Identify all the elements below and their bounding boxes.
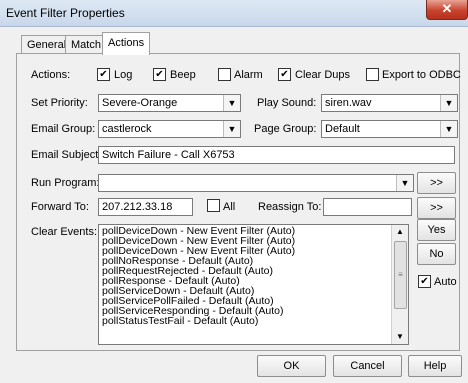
scroll-up-icon[interactable]: ▲ (392, 225, 408, 239)
chevron-down-icon[interactable]: ▼ (440, 95, 457, 111)
run-program-browse-button[interactable]: >> (417, 172, 456, 194)
email-subject-input[interactable]: Switch Failure - Call X6753 (98, 146, 455, 164)
cancel-button[interactable]: Cancel (333, 355, 402, 377)
auto-label: Auto (434, 276, 457, 288)
beep-label: Beep (170, 69, 196, 81)
chevron-down-icon[interactable]: ▼ (223, 121, 240, 137)
email-subject-label: Email Subject: (31, 149, 102, 161)
log-checkbox[interactable] (97, 68, 110, 81)
forward-all-label: All (223, 201, 236, 213)
help-button[interactable]: Help (408, 355, 462, 377)
email-group-label: Email Group: (31, 123, 96, 135)
email-group-value: castlerock (102, 123, 152, 135)
scroll-thumb[interactable]: ≡ (394, 241, 407, 309)
set-priority-value: Severe-Orange (102, 97, 178, 109)
close-icon: ✕ (441, 1, 453, 16)
reassign-browse-button[interactable]: >> (417, 197, 456, 219)
forward-to-value: 207.212.33.18 (102, 201, 173, 213)
clear-dups-label: Clear Dups (295, 69, 351, 81)
title-bar: Event Filter Properties ✕ (0, 0, 468, 27)
scroll-down-icon[interactable]: ▼ (392, 330, 408, 344)
run-program-label: Run Program: (31, 177, 100, 189)
yes-button[interactable]: Yes (417, 219, 456, 241)
play-sound-select[interactable]: siren.wav ▼ (321, 94, 458, 112)
export-odbc-checkbox[interactable] (366, 68, 379, 81)
vertical-scrollbar[interactable]: ▲ ≡ ▼ (391, 225, 408, 344)
beep-checkbox[interactable] (153, 68, 166, 81)
set-priority-select[interactable]: Severe-Orange ▼ (98, 94, 241, 112)
clear-events-items: pollDeviceDown - New Event Filter (Auto)… (102, 226, 390, 327)
run-program-select[interactable]: ▼ (98, 174, 414, 192)
auto-checkbox[interactable] (418, 275, 431, 288)
alarm-checkbox[interactable] (218, 68, 231, 81)
no-button[interactable]: No (417, 243, 456, 265)
window-title: Event Filter Properties (6, 6, 125, 20)
tab-actions[interactable]: Actions (102, 32, 151, 55)
email-group-select[interactable]: castlerock ▼ (98, 120, 241, 138)
alarm-label: Alarm (234, 69, 263, 81)
reassign-to-input[interactable] (323, 198, 412, 216)
reassign-to-label: Reassign To: (258, 201, 322, 213)
forward-all-checkbox[interactable] (207, 199, 220, 212)
actions-label: Actions: (31, 69, 71, 81)
play-sound-label: Play Sound: (257, 97, 317, 109)
log-label: Log (114, 69, 133, 81)
forward-to-input[interactable]: 207.212.33.18 (98, 198, 193, 216)
export-odbc-label: Export to ODBC (382, 69, 461, 81)
close-button[interactable]: ✕ (426, 0, 468, 20)
page-group-label: Page Group: (254, 123, 317, 135)
page-group-select[interactable]: Default ▼ (321, 120, 458, 138)
clear-dups-checkbox[interactable] (278, 68, 291, 81)
set-priority-label: Set Priority: (31, 97, 88, 109)
chevron-down-icon[interactable]: ▼ (396, 175, 413, 191)
chevron-down-icon[interactable]: ▼ (440, 121, 457, 137)
event-filter-properties-dialog: Event Filter Properties ✕ General Match … (0, 0, 468, 383)
forward-to-label: Forward To: (31, 201, 89, 213)
list-item[interactable]: pollStatusTestFail - Default (Auto) (102, 316, 390, 327)
chevron-down-icon[interactable]: ▼ (223, 95, 240, 111)
clear-events-list[interactable]: pollDeviceDown - New Event Filter (Auto)… (98, 224, 409, 345)
play-sound-value: siren.wav (325, 97, 372, 109)
ok-button[interactable]: OK (257, 355, 326, 377)
tab-match[interactable]: Match (65, 35, 107, 54)
clear-events-label: Clear Events: (31, 226, 98, 238)
page-group-value: Default (325, 123, 360, 135)
email-subject-value: Switch Failure - Call X6753 (102, 149, 235, 161)
